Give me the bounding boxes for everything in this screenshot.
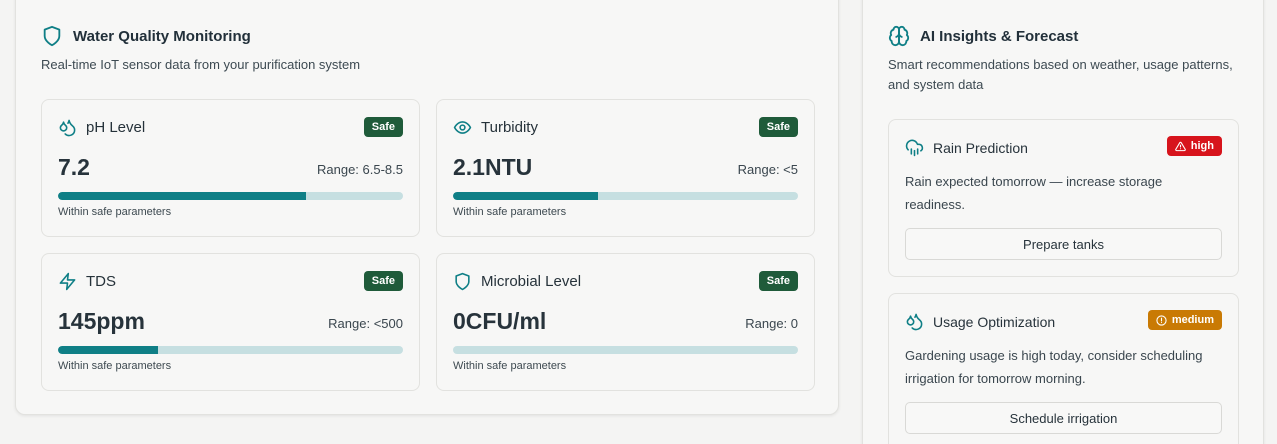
metric-name: TDS: [86, 273, 116, 290]
metric-header: TDS: [58, 272, 116, 291]
insight-title: Usage Optimization: [933, 313, 1056, 330]
metric-note: Within safe parameters: [58, 360, 172, 372]
panel-header: Water Quality Monitoring: [41, 25, 251, 47]
ai-insights-panel: AI Insights & Forecast Smart recommendat…: [862, 0, 1264, 444]
prepare-tanks-button[interactable]: Prepare tanks: [905, 228, 1222, 260]
metric-range: Range: <5: [737, 162, 798, 177]
metric-range: Range: <500: [328, 316, 403, 331]
priority-badge-high: high: [1166, 136, 1222, 156]
metric-value: 2.1NTU: [453, 154, 533, 180]
insight-card-rain: Rain Prediction high Rain expected tomor…: [888, 119, 1239, 277]
status-badge: Safe: [758, 117, 798, 137]
metric-card-ph: pH Level Safe 7.2 Range: 6.5-8.5 Within …: [41, 99, 420, 237]
priority-badge-medium: medium: [1147, 310, 1222, 330]
droplets-icon: [905, 312, 924, 331]
metric-card-turbidity: Turbidity Safe 2.1NTU Range: <5 Within s…: [436, 99, 815, 237]
zap-icon: [58, 272, 77, 291]
metric-note: Within safe parameters: [453, 206, 567, 218]
metric-name: Turbidity: [481, 119, 538, 136]
water-quality-panel: Water Quality Monitoring Real-time IoT s…: [15, 0, 839, 415]
info-circle-icon: [1156, 314, 1167, 326]
metric-header: Microbial Level: [453, 272, 581, 291]
progress-bar: [453, 192, 798, 200]
metric-card-microbial: Microbial Level Safe 0CFU/ml Range: 0 Wi…: [436, 253, 815, 391]
status-badge: Safe: [363, 271, 403, 291]
metric-note: Within safe parameters: [453, 360, 567, 372]
progress-bar: [58, 346, 403, 354]
status-badge: Safe: [363, 117, 403, 137]
priority-label: medium: [1171, 314, 1214, 326]
metric-value: 145ppm: [58, 308, 145, 334]
metric-name: pH Level: [86, 119, 146, 136]
metric-note: Within safe parameters: [58, 206, 172, 218]
status-badge: Safe: [758, 271, 798, 291]
priority-label: high: [1190, 140, 1214, 152]
schedule-irrigation-button[interactable]: Schedule irrigation: [905, 402, 1222, 434]
insight-title: Rain Prediction: [933, 139, 1028, 156]
panel-subtitle: Smart recommendations based on weather, …: [888, 57, 1233, 92]
progress-bar: [453, 346, 798, 354]
metric-range: Range: 6.5-8.5: [316, 162, 403, 177]
panel-title: AI Insights & Forecast: [920, 27, 1079, 45]
metric-name: Microbial Level: [481, 273, 582, 290]
insight-header: Usage Optimization: [905, 312, 1055, 331]
progress-fill: [453, 192, 598, 200]
insight-header: Rain Prediction: [905, 138, 1028, 157]
droplets-icon: [58, 118, 77, 137]
cloud-rain-icon: [905, 138, 924, 157]
insight-text: Rain expected tomorrow — increase storag…: [905, 174, 1163, 212]
insight-text: Gardening usage is high today, consider …: [905, 348, 1203, 386]
insight-card-usage: Usage Optimization medium Gardening usag…: [888, 293, 1239, 444]
metric-card-tds: TDS Safe 145ppm Range: <500 Within safe …: [41, 253, 420, 391]
metric-value: 0CFU/ml: [453, 308, 547, 334]
metric-range: Range: 0: [745, 316, 798, 331]
brain-icon: [888, 25, 910, 47]
eye-icon: [453, 118, 472, 137]
metric-value: 7.2: [58, 154, 90, 180]
metric-header: pH Level: [58, 118, 145, 137]
alert-triangle-icon: [1174, 141, 1186, 152]
progress-bar: [58, 192, 403, 200]
shield-icon: [41, 25, 63, 47]
panel-title: Water Quality Monitoring: [73, 27, 251, 45]
metric-header: Turbidity: [453, 118, 538, 137]
panel-header: AI Insights & Forecast: [888, 25, 1078, 47]
progress-fill: [58, 192, 307, 200]
shield-icon: [453, 272, 472, 291]
panel-subtitle: Real-time IoT sensor data from your puri…: [41, 57, 361, 72]
progress-fill: [58, 346, 159, 354]
